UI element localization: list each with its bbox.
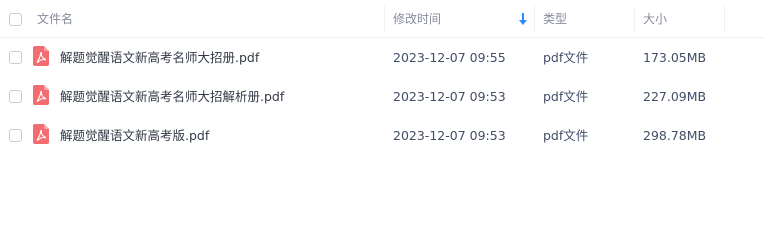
column-divider[interactable] — [724, 6, 725, 32]
file-type: pdf文件 — [543, 128, 589, 143]
file-modified-time: 2023-12-07 09:53 — [393, 128, 506, 143]
file-type: pdf文件 — [543, 89, 589, 104]
file-modified-time: 2023-12-07 09:53 — [393, 89, 506, 104]
row-checkbox[interactable] — [9, 129, 22, 142]
file-row[interactable]: 解题觉醒语文新高考名师大招册.pdf 2023-12-07 09:55 pdf文… — [0, 38, 764, 76]
column-header-name[interactable]: 文件名 — [37, 12, 73, 26]
column-divider[interactable] — [384, 6, 385, 32]
column-divider[interactable] — [534, 6, 535, 32]
sort-down-arrow-icon[interactable] — [519, 13, 527, 25]
pdf-file-icon — [33, 124, 49, 144]
pdf-file-icon — [33, 85, 49, 105]
select-all-checkbox[interactable] — [9, 13, 22, 26]
column-divider[interactable] — [634, 6, 635, 32]
file-size: 298.78MB — [643, 128, 707, 143]
file-list-header: 文件名 修改时间 类型 大小 — [0, 0, 764, 38]
row-checkbox[interactable] — [9, 90, 22, 103]
file-name-link[interactable]: 解题觉醒语文新高考版.pdf — [60, 128, 209, 143]
row-checkbox[interactable] — [9, 51, 22, 64]
file-name-link[interactable]: 解题觉醒语文新高考名师大招解析册.pdf — [60, 89, 284, 104]
file-size: 227.09MB — [643, 89, 707, 104]
column-header-size[interactable]: 大小 — [643, 12, 667, 26]
pdf-file-icon — [33, 46, 49, 66]
file-type: pdf文件 — [543, 50, 589, 65]
file-size: 173.05MB — [643, 50, 707, 65]
file-row[interactable]: 解题觉醒语文新高考版.pdf 2023-12-07 09:53 pdf文件 29… — [0, 116, 764, 154]
file-row[interactable]: 解题觉醒语文新高考名师大招解析册.pdf 2023-12-07 09:53 pd… — [0, 77, 764, 115]
column-header-type[interactable]: 类型 — [543, 12, 567, 26]
column-header-modified-time[interactable]: 修改时间 — [393, 12, 441, 26]
file-list: 文件名 修改时间 类型 大小 解题觉醒语文新高考名师大招册.pdf 2023-1… — [0, 0, 764, 209]
file-modified-time: 2023-12-07 09:55 — [393, 50, 506, 65]
file-name-link[interactable]: 解题觉醒语文新高考名师大招册.pdf — [60, 50, 259, 65]
